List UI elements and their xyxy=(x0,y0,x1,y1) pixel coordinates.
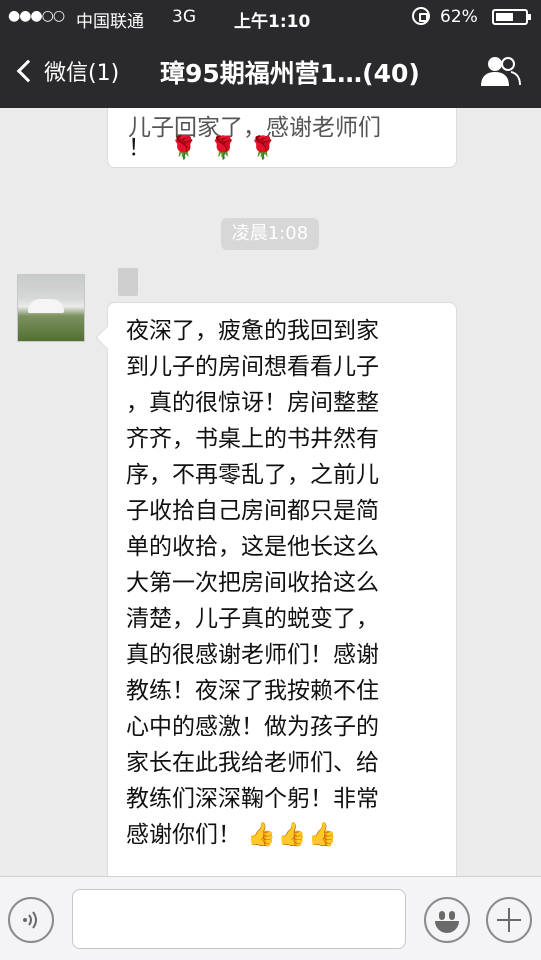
chat-header: 微信(1) 璋95期福州营1…(40) xyxy=(0,34,541,108)
message-line: 家长在此我给老师们、给 xyxy=(126,750,379,776)
chat-title: 璋95期福州营1…(40) xyxy=(160,59,420,88)
battery-fill xyxy=(496,13,513,21)
message-text-input[interactable] xyxy=(72,889,406,949)
voice-input-button[interactable] xyxy=(8,897,54,943)
yurt-image xyxy=(28,299,64,313)
status-time: 上午1:10 xyxy=(234,12,311,32)
emoji-button[interactable] xyxy=(424,897,470,943)
status-bar: ●●●○○ 中国联通 3G 上午1:10 62% xyxy=(0,0,541,34)
message-line: 子收拾自己房间都只是简 xyxy=(126,498,379,524)
chevron-left-icon xyxy=(16,59,40,83)
message-line: 教练！夜深了我按赖不住 xyxy=(126,678,379,704)
message-line: 心中的感激！做为孩子的 xyxy=(126,714,379,740)
smiley-icon-eye xyxy=(449,911,455,920)
message-bubble[interactable]: 夜深了，疲惫的我回到家 到儿子的房间想看看儿子 ，真的很惊讶！房间整整 齐齐，书… xyxy=(107,302,457,876)
message-line: 序，不再零乱了，之前儿 xyxy=(126,462,379,488)
voice-icon xyxy=(23,911,37,929)
message-line: 单的收拾，这是他长这么 xyxy=(126,534,379,560)
chat-message-list[interactable]: 儿子回家了，感谢老师们 ！ 🌹🌹🌹 凌晨1:08 夜深了，疲惫的我回到家 到儿子… xyxy=(0,108,541,876)
sender-avatar[interactable] xyxy=(17,274,85,342)
back-button[interactable]: 微信(1) xyxy=(14,52,119,90)
signal-strength-icon: ●●●○○ xyxy=(8,8,65,24)
message-line: 真的很感谢老师们！感谢 xyxy=(126,642,379,668)
message-line: 夜深了，疲惫的我回到家 xyxy=(126,318,379,344)
carrier-name: 中国联通 xyxy=(76,12,144,32)
message-timestamp: 凌晨1:08 xyxy=(221,218,319,250)
message-line: 齐齐，书桌上的书井然有 xyxy=(126,426,379,452)
battery-percentage: 62% xyxy=(440,7,478,27)
smiley-icon-mouth xyxy=(435,921,459,933)
group-members-icon[interactable] xyxy=(478,54,522,88)
message-line: 清楚，儿子真的蜕变了， xyxy=(126,606,379,632)
more-options-button[interactable] xyxy=(486,897,532,943)
previous-message-bubble[interactable]: 儿子回家了，感谢老师们 ！ 🌹🌹🌹 xyxy=(107,108,457,168)
message-input-bar xyxy=(0,876,541,960)
message-line-text: 感谢你们！ xyxy=(126,822,241,848)
message-line: 教练们深深鞠个躬！非常 xyxy=(126,786,379,812)
battery-icon xyxy=(492,9,531,25)
message-line: ，真的很惊讶！房间整整 xyxy=(126,390,379,416)
network-type: 3G xyxy=(172,7,196,27)
back-label: 微信(1) xyxy=(44,61,120,86)
message-last-line: 感谢你们！ 👍👍👍 xyxy=(126,817,456,853)
thumbs-up-emoji-icon: 👍👍👍 xyxy=(247,822,339,848)
smiley-icon-eye xyxy=(439,911,445,920)
sender-name-blurred xyxy=(118,268,138,296)
exclamation: ！ xyxy=(128,135,151,161)
rose-emoji-icon: 🌹🌹🌹 xyxy=(170,136,289,161)
message-line: 到儿子的房间想看看儿子 xyxy=(126,354,379,380)
message-line: 大第一次把房间收拾这么 xyxy=(126,570,379,596)
rotation-lock-icon xyxy=(412,7,430,25)
previous-message-tail: ！ 🌹🌹🌹 xyxy=(128,131,289,166)
